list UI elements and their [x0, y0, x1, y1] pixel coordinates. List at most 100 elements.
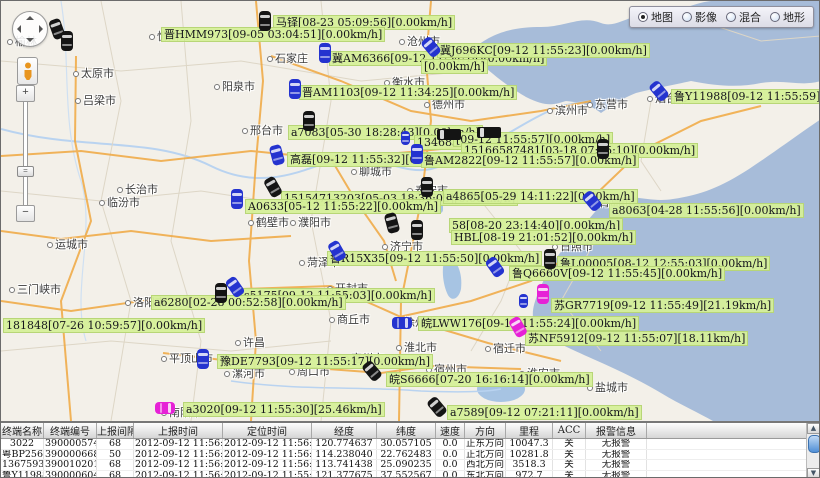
vehicle-icon[interactable]	[215, 283, 227, 303]
table-row[interactable]: 136759357...3900102014682012-09-12 11:56…	[1, 460, 820, 471]
vehicle-icon[interactable]	[544, 249, 556, 269]
vehicle-label[interactable]: 181848[07-26 10:59:57][0.00km/h]	[3, 318, 205, 333]
vehicle-icon[interactable]	[411, 144, 423, 164]
vehicle-label[interactable]: 豫DE7793[09-12 11:55:17][0.00km/h]	[217, 354, 433, 369]
radio-icon[interactable]	[770, 12, 780, 22]
table-cell: 972.7	[506, 470, 553, 478]
zoom-in-button[interactable]: +	[16, 85, 35, 102]
pegman-button[interactable]	[17, 57, 38, 85]
city-marker-icon	[99, 200, 105, 206]
table-row[interactable]: 粤BP256F3900006685502012-09-12 11:56:0920…	[1, 449, 820, 460]
column-header[interactable]: 定位时间	[223, 423, 312, 439]
table-scrollbar[interactable]: ▲ ▼	[806, 423, 820, 478]
column-header[interactable]: 上报时间	[134, 423, 223, 439]
zoom-out-button[interactable]: −	[16, 205, 35, 222]
truck-icon[interactable]	[477, 127, 501, 138]
scroll-down-icon[interactable]: ▼	[807, 468, 820, 478]
vehicle-label[interactable]: a4865[05-29 14:11:22][0.00km/h]	[443, 189, 638, 204]
column-header[interactable]: 终端名称	[1, 423, 44, 439]
table-cell: 2012-09-12 11:56:02	[223, 449, 312, 460]
table-row[interactable]: 鲁Y119883900006044682012-09-12 11:56:0620…	[1, 470, 820, 478]
vehicle-label[interactable]: 鲁Q6660V[09-12 11:55:45][0.00km/h]	[509, 266, 725, 281]
vehicle-label[interactable]: a7589[09-12 07:21:11][0.00km/h]	[447, 405, 642, 420]
map-type-option-4[interactable]: 地形	[770, 9, 805, 25]
vehicle-label[interactable]: 鲁Y11988[09-12 11:55:59][0.00km/h]	[671, 89, 820, 104]
vehicle-label[interactable]: HBL[08-19 21:01:52][0.00km/h]	[451, 230, 636, 245]
vehicle-icon[interactable]	[537, 284, 549, 304]
vehicle-icon[interactable]	[401, 131, 410, 145]
vehicle-label[interactable]: 冀J696KC[09-12 11:55:23][0.00km/h]	[437, 43, 650, 58]
map-type-option-2[interactable]: 影像	[682, 9, 717, 25]
vehicle-label[interactable]: a3020[09-12 11:55:30][25.46km/h]	[183, 402, 385, 417]
vehicle-label[interactable]: 皖S6666[07-20 16:16:14][0.00km/h]	[386, 372, 593, 387]
vehicle-status-table: 终端名称终端编号上报间隔上报时间定位时间经度纬度速度方向里程ACC报警信息 30…	[1, 423, 820, 478]
map-canvas[interactable]: + = − 地图影像混合地形 榆林忻州市沧州市太原市阳泉市吕梁市石家庄衡水市德州…	[1, 1, 820, 421]
vehicle-icon[interactable]	[392, 317, 412, 329]
city-marker-icon	[382, 244, 388, 250]
vehicle-icon[interactable]	[61, 31, 73, 51]
table-header-row: 终端名称终端编号上报间隔上报时间定位时间经度纬度速度方向里程ACC报警信息	[1, 423, 820, 439]
column-header[interactable]: ACC	[553, 423, 586, 439]
vehicle-label[interactable]: 皖LWW176[09-12 11:55:24][0.00km/h]	[418, 316, 639, 331]
city-marker-icon	[214, 84, 220, 90]
table-cell: 粤BP256F	[1, 449, 44, 460]
vehicle-label[interactable]: 苏GR7719[09-12 11:55:49][21.19km/h]	[551, 298, 774, 313]
radio-icon[interactable]	[682, 12, 692, 22]
vehicle-icon[interactable]	[597, 139, 609, 159]
radio-icon[interactable]	[726, 12, 736, 22]
zoom-slider-handle[interactable]: =	[17, 166, 34, 177]
vehicle-icon[interactable]	[197, 349, 209, 369]
column-header[interactable]: 里程	[506, 423, 553, 439]
vehicle-label[interactable]: a8063[04-28 11:55:56][0.00km/h]	[609, 203, 804, 218]
vehicle-label[interactable]: 晋HMM973[09-05 03:04:51][0.00km/h]	[161, 27, 385, 42]
vehicle-icon[interactable]	[519, 294, 528, 308]
column-header[interactable]: 经度	[312, 423, 377, 439]
city-label: 阳泉市	[214, 78, 255, 94]
city-marker-icon	[248, 220, 254, 226]
vehicle-icon[interactable]	[259, 11, 271, 31]
vehicle-label[interactable]: [0.00km/h]	[421, 59, 488, 74]
vehicle-icon[interactable]	[421, 177, 433, 197]
map-type-option-1[interactable]: 地图	[638, 9, 673, 25]
vehicle-label[interactable]: A0633[05-12 11:55:22][0.00km/h]	[245, 199, 441, 214]
column-header[interactable]: 纬度	[377, 423, 436, 439]
truck-icon[interactable]	[437, 129, 461, 140]
table-row[interactable]: 30223900005741682012-09-12 11:56:092012-…	[1, 439, 820, 450]
pan-right-icon[interactable]	[39, 25, 43, 33]
vehicle-icon[interactable]	[303, 111, 315, 131]
vehicle-label[interactable]: 晋AM1103[09-12 11:34:25][0.00km/h]	[299, 85, 517, 100]
pan-control[interactable]	[12, 11, 48, 47]
table-cell: 3518.3	[506, 460, 553, 471]
zoom-slider-track[interactable]	[23, 100, 28, 207]
vehicle-icon[interactable]	[319, 43, 331, 63]
scroll-up-icon[interactable]: ▲	[807, 423, 820, 434]
column-header[interactable]: 速度	[436, 423, 465, 439]
vehicle-icon[interactable]	[411, 220, 423, 240]
vehicle-label[interactable]: 苏NF5912[09-12 11:55:07][18.11km/h]	[525, 331, 748, 346]
city-label: 太原市	[73, 65, 114, 81]
city-marker-icon	[547, 108, 553, 114]
column-header[interactable]: 终端编号	[44, 423, 97, 439]
vehicle-icon[interactable]	[289, 79, 301, 99]
vehicle-icon[interactable]	[231, 189, 243, 209]
table-cell: 2012-09-12 11:56:00	[223, 460, 312, 471]
column-header[interactable]: 上报间隔	[97, 423, 134, 439]
scrollbar-thumb[interactable]	[808, 435, 820, 453]
column-header[interactable]: 方向	[465, 423, 506, 439]
city-marker-icon	[485, 346, 491, 352]
vehicle-icon[interactable]	[155, 402, 175, 414]
table-cell: 西北方向	[465, 460, 506, 471]
pan-left-icon[interactable]	[17, 25, 21, 33]
city-name: 许昌	[243, 336, 265, 349]
pan-up-icon[interactable]	[26, 16, 34, 20]
radio-icon[interactable]	[638, 12, 648, 22]
column-header[interactable]: 报警信息	[586, 423, 647, 439]
city-marker-icon	[290, 220, 296, 226]
pan-down-icon[interactable]	[26, 38, 34, 42]
table-cell: 关	[553, 470, 586, 478]
vehicle-label[interactable]: 鲁R15X35[09-12 11:55:50][0.00km/h]	[327, 251, 542, 266]
vehicle-label[interactable]: a6280[02-28 00:52:58][0.00km/h]	[151, 295, 346, 310]
table-cell: 2012-09-12 11:56:09	[134, 439, 223, 450]
city-label: 濮阳市	[290, 214, 331, 230]
map-type-option-3[interactable]: 混合	[726, 9, 761, 25]
